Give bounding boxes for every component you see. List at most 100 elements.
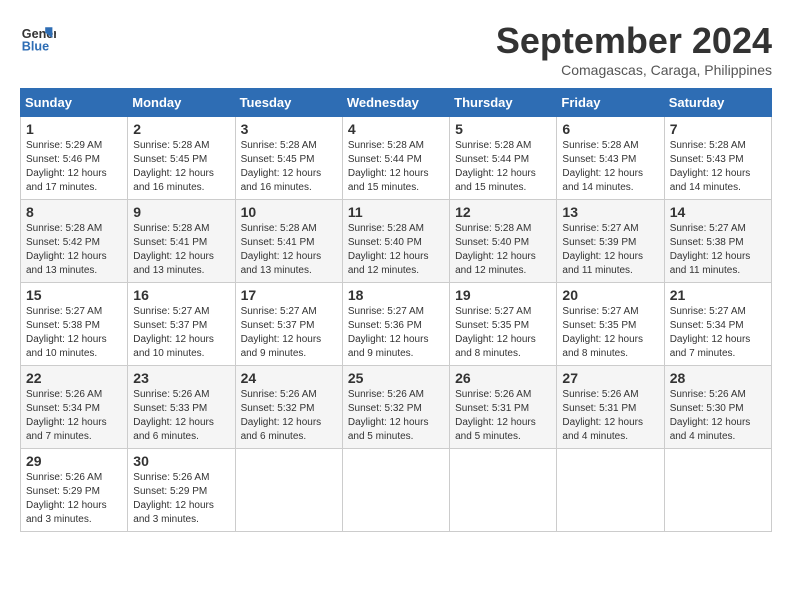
- calendar-week-row: 29 Sunrise: 5:26 AMSunset: 5:29 PMDaylig…: [21, 449, 772, 532]
- svg-text:Blue: Blue: [22, 40, 49, 54]
- day-number: 9: [133, 204, 229, 220]
- day-details: Sunrise: 5:26 AMSunset: 5:30 PMDaylight:…: [670, 389, 751, 442]
- day-details: Sunrise: 5:26 AMSunset: 5:31 PMDaylight:…: [455, 389, 536, 442]
- day-number: 2: [133, 121, 229, 137]
- day-number: 28: [670, 370, 766, 386]
- calendar-day-cell: 27 Sunrise: 5:26 AMSunset: 5:31 PMDaylig…: [557, 366, 664, 449]
- day-number: 6: [562, 121, 658, 137]
- calendar-day-cell: 21 Sunrise: 5:27 AMSunset: 5:34 PMDaylig…: [664, 283, 771, 366]
- calendar-day-cell: 26 Sunrise: 5:26 AMSunset: 5:31 PMDaylig…: [450, 366, 557, 449]
- day-number: 25: [348, 370, 444, 386]
- calendar-day-cell: 19 Sunrise: 5:27 AMSunset: 5:35 PMDaylig…: [450, 283, 557, 366]
- calendar-day-cell: [342, 449, 449, 532]
- calendar-day-header: Sunday: [21, 89, 128, 117]
- location: Comagascas, Caraga, Philippines: [496, 62, 772, 78]
- calendar-day-header: Saturday: [664, 89, 771, 117]
- day-details: Sunrise: 5:28 AMSunset: 5:44 PMDaylight:…: [455, 140, 536, 193]
- day-number: 10: [241, 204, 337, 220]
- day-details: Sunrise: 5:28 AMSunset: 5:43 PMDaylight:…: [562, 140, 643, 193]
- day-details: Sunrise: 5:27 AMSunset: 5:35 PMDaylight:…: [455, 306, 536, 359]
- day-number: 15: [26, 287, 122, 303]
- day-details: Sunrise: 5:26 AMSunset: 5:34 PMDaylight:…: [26, 389, 107, 442]
- calendar-day-cell: 29 Sunrise: 5:26 AMSunset: 5:29 PMDaylig…: [21, 449, 128, 532]
- calendar-day-cell: 7 Sunrise: 5:28 AMSunset: 5:43 PMDayligh…: [664, 117, 771, 200]
- logo: General Blue: [20, 20, 56, 56]
- day-number: 26: [455, 370, 551, 386]
- month-title: September 2024: [496, 20, 772, 62]
- day-details: Sunrise: 5:27 AMSunset: 5:36 PMDaylight:…: [348, 306, 429, 359]
- calendar-day-cell: 5 Sunrise: 5:28 AMSunset: 5:44 PMDayligh…: [450, 117, 557, 200]
- day-details: Sunrise: 5:26 AMSunset: 5:32 PMDaylight:…: [348, 389, 429, 442]
- calendar-day-cell: 4 Sunrise: 5:28 AMSunset: 5:44 PMDayligh…: [342, 117, 449, 200]
- day-details: Sunrise: 5:28 AMSunset: 5:40 PMDaylight:…: [455, 223, 536, 276]
- calendar-week-row: 8 Sunrise: 5:28 AMSunset: 5:42 PMDayligh…: [21, 200, 772, 283]
- day-number: 17: [241, 287, 337, 303]
- day-number: 13: [562, 204, 658, 220]
- day-details: Sunrise: 5:28 AMSunset: 5:42 PMDaylight:…: [26, 223, 107, 276]
- calendar-day-cell: 28 Sunrise: 5:26 AMSunset: 5:30 PMDaylig…: [664, 366, 771, 449]
- calendar-day-cell: 25 Sunrise: 5:26 AMSunset: 5:32 PMDaylig…: [342, 366, 449, 449]
- calendar-day-cell: 23 Sunrise: 5:26 AMSunset: 5:33 PMDaylig…: [128, 366, 235, 449]
- day-number: 16: [133, 287, 229, 303]
- day-details: Sunrise: 5:26 AMSunset: 5:29 PMDaylight:…: [26, 472, 107, 525]
- calendar-body: 1 Sunrise: 5:29 AMSunset: 5:46 PMDayligh…: [21, 117, 772, 532]
- calendar-day-cell: 18 Sunrise: 5:27 AMSunset: 5:36 PMDaylig…: [342, 283, 449, 366]
- calendar-day-cell: 14 Sunrise: 5:27 AMSunset: 5:38 PMDaylig…: [664, 200, 771, 283]
- calendar-week-row: 15 Sunrise: 5:27 AMSunset: 5:38 PMDaylig…: [21, 283, 772, 366]
- calendar-day-cell: 8 Sunrise: 5:28 AMSunset: 5:42 PMDayligh…: [21, 200, 128, 283]
- day-number: 5: [455, 121, 551, 137]
- day-details: Sunrise: 5:27 AMSunset: 5:37 PMDaylight:…: [241, 306, 322, 359]
- calendar-day-cell: 22 Sunrise: 5:26 AMSunset: 5:34 PMDaylig…: [21, 366, 128, 449]
- day-number: 11: [348, 204, 444, 220]
- calendar-day-cell: [557, 449, 664, 532]
- calendar-day-cell: [450, 449, 557, 532]
- day-number: 7: [670, 121, 766, 137]
- calendar-table: SundayMondayTuesdayWednesdayThursdayFrid…: [20, 88, 772, 532]
- day-details: Sunrise: 5:28 AMSunset: 5:41 PMDaylight:…: [133, 223, 214, 276]
- day-details: Sunrise: 5:26 AMSunset: 5:31 PMDaylight:…: [562, 389, 643, 442]
- day-number: 19: [455, 287, 551, 303]
- calendar-day-cell: 15 Sunrise: 5:27 AMSunset: 5:38 PMDaylig…: [21, 283, 128, 366]
- day-number: 14: [670, 204, 766, 220]
- day-number: 18: [348, 287, 444, 303]
- calendar-week-row: 1 Sunrise: 5:29 AMSunset: 5:46 PMDayligh…: [21, 117, 772, 200]
- day-number: 3: [241, 121, 337, 137]
- day-number: 8: [26, 204, 122, 220]
- calendar-day-header: Monday: [128, 89, 235, 117]
- title-area: September 2024 Comagascas, Caraga, Phili…: [496, 20, 772, 78]
- calendar-day-cell: 9 Sunrise: 5:28 AMSunset: 5:41 PMDayligh…: [128, 200, 235, 283]
- day-details: Sunrise: 5:28 AMSunset: 5:40 PMDaylight:…: [348, 223, 429, 276]
- day-details: Sunrise: 5:28 AMSunset: 5:44 PMDaylight:…: [348, 140, 429, 193]
- calendar-day-header: Tuesday: [235, 89, 342, 117]
- calendar-day-cell: 12 Sunrise: 5:28 AMSunset: 5:40 PMDaylig…: [450, 200, 557, 283]
- day-details: Sunrise: 5:26 AMSunset: 5:33 PMDaylight:…: [133, 389, 214, 442]
- day-details: Sunrise: 5:26 AMSunset: 5:32 PMDaylight:…: [241, 389, 322, 442]
- calendar-day-header: Thursday: [450, 89, 557, 117]
- day-number: 12: [455, 204, 551, 220]
- calendar-day-cell: 3 Sunrise: 5:28 AMSunset: 5:45 PMDayligh…: [235, 117, 342, 200]
- calendar-day-cell: 30 Sunrise: 5:26 AMSunset: 5:29 PMDaylig…: [128, 449, 235, 532]
- day-number: 24: [241, 370, 337, 386]
- day-details: Sunrise: 5:26 AMSunset: 5:29 PMDaylight:…: [133, 472, 214, 525]
- day-details: Sunrise: 5:27 AMSunset: 5:38 PMDaylight:…: [26, 306, 107, 359]
- calendar-day-cell: 17 Sunrise: 5:27 AMSunset: 5:37 PMDaylig…: [235, 283, 342, 366]
- day-details: Sunrise: 5:28 AMSunset: 5:43 PMDaylight:…: [670, 140, 751, 193]
- calendar-day-cell: 13 Sunrise: 5:27 AMSunset: 5:39 PMDaylig…: [557, 200, 664, 283]
- day-details: Sunrise: 5:29 AMSunset: 5:46 PMDaylight:…: [26, 140, 107, 193]
- day-number: 20: [562, 287, 658, 303]
- calendar-day-cell: 6 Sunrise: 5:28 AMSunset: 5:43 PMDayligh…: [557, 117, 664, 200]
- logo-icon: General Blue: [20, 20, 56, 56]
- day-number: 30: [133, 453, 229, 469]
- calendar-week-row: 22 Sunrise: 5:26 AMSunset: 5:34 PMDaylig…: [21, 366, 772, 449]
- day-number: 21: [670, 287, 766, 303]
- calendar-day-cell: 24 Sunrise: 5:26 AMSunset: 5:32 PMDaylig…: [235, 366, 342, 449]
- day-details: Sunrise: 5:28 AMSunset: 5:41 PMDaylight:…: [241, 223, 322, 276]
- calendar-day-header: Wednesday: [342, 89, 449, 117]
- calendar-day-cell: 10 Sunrise: 5:28 AMSunset: 5:41 PMDaylig…: [235, 200, 342, 283]
- day-details: Sunrise: 5:28 AMSunset: 5:45 PMDaylight:…: [241, 140, 322, 193]
- calendar-day-cell: [664, 449, 771, 532]
- calendar-day-cell: 16 Sunrise: 5:27 AMSunset: 5:37 PMDaylig…: [128, 283, 235, 366]
- day-number: 4: [348, 121, 444, 137]
- calendar-day-cell: 1 Sunrise: 5:29 AMSunset: 5:46 PMDayligh…: [21, 117, 128, 200]
- calendar-day-cell: 20 Sunrise: 5:27 AMSunset: 5:35 PMDaylig…: [557, 283, 664, 366]
